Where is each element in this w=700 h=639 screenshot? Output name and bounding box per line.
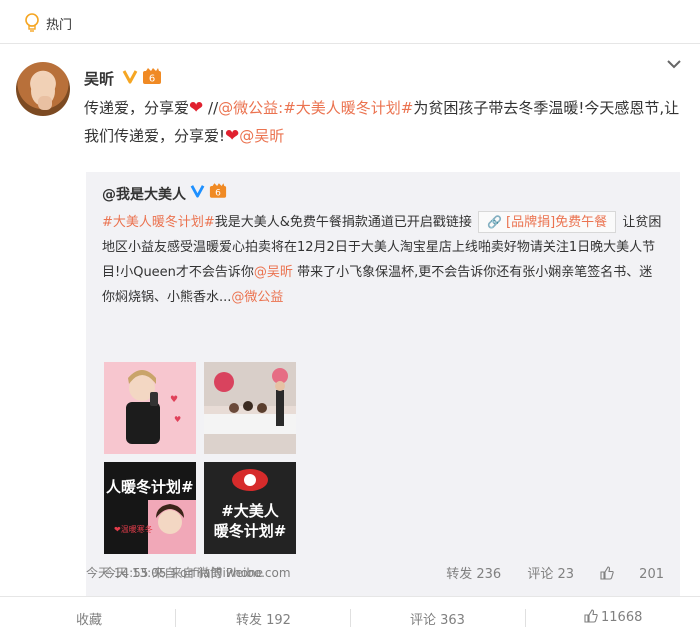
post-text: 传递爱，分享爱❤ //@微公益:#大美人暖冬计划#为贫困孩子带去冬季温暖!今天感… xyxy=(84,94,684,150)
mention-weigongyi[interactable]: @微公益 xyxy=(218,99,278,117)
repost-stats: 转发 236 评论 23 201 xyxy=(424,563,664,582)
post-text-prefix: 传递爱，分享爱 xyxy=(84,99,190,117)
thumb4-caption-1: #大美人 xyxy=(221,502,279,520)
comment-button[interactable]: 评论 363 xyxy=(410,609,465,628)
repost-box[interactable]: @我是大美人 6 #大美人暖冬计划#我是大美人&免费午餐捐款通道已开启戳链接 🔗… xyxy=(86,172,680,598)
verified-icon xyxy=(122,70,138,84)
action-bar: 收藏 转发 192 评论 363 11668 xyxy=(0,596,700,639)
repost-repost-count[interactable]: 转发 236 xyxy=(446,567,501,582)
brand-donation-link[interactable]: 🔗 [品牌捐]免费午餐 xyxy=(478,211,617,233)
svg-text:6: 6 xyxy=(215,188,221,198)
member-level-icon[interactable]: 6 xyxy=(142,67,162,85)
heart-icon: ❤ xyxy=(189,98,204,118)
repost-like-button[interactable]: 201 xyxy=(600,566,664,582)
photo-thumbnail[interactable]: ❤温暖寒冬 人暖冬计划# xyxy=(104,462,196,554)
post-username[interactable]: 吴昕 xyxy=(84,68,114,89)
topic-link[interactable]: :#大美人暖冬计划# xyxy=(278,99,413,117)
repost-mention-weigongyi[interactable]: @微公益 xyxy=(231,290,283,305)
repost-topic-link[interactable]: #大美人暖冬计划# xyxy=(102,215,215,230)
svg-text:♥: ♥ xyxy=(174,415,181,424)
like-button[interactable]: 11668 xyxy=(584,609,642,625)
post-separator: // xyxy=(208,99,219,117)
avatar[interactable] xyxy=(16,62,70,116)
repost-username[interactable]: @我是大美人 xyxy=(102,184,186,204)
svg-text:♥: ♥ xyxy=(170,395,178,405)
girl-photo: ♥ ♥ xyxy=(104,362,196,454)
repost-text: #大美人暖冬计划#我是大美人&免费午餐捐款通道已开启戳链接 🔗 [品牌捐]免费午餐… xyxy=(102,210,662,310)
divider xyxy=(350,609,351,627)
post-meta: 今天 14:55 来自 orfila的iPhone xyxy=(86,566,264,580)
mention-wuxin[interactable]: @吴昕 xyxy=(239,127,284,145)
divider xyxy=(175,609,176,627)
hot-label: 热门 xyxy=(46,18,73,33)
avatar-hand xyxy=(38,96,52,110)
svg-text:6: 6 xyxy=(149,74,155,85)
link-icon: 🔗 xyxy=(487,215,503,229)
photo-thumbnail[interactable]: ♥ ♥ xyxy=(104,362,196,454)
divider xyxy=(525,609,526,627)
lightbulb-icon xyxy=(25,13,39,32)
repost-mention-wuxin[interactable]: @吴昕 xyxy=(254,265,293,280)
repost-like-count: 201 xyxy=(639,567,664,582)
thumbs-up-icon xyxy=(584,609,598,623)
photo-thumbnail[interactable]: #大美人 暖冬计划# xyxy=(204,462,296,554)
repost-comment-count[interactable]: 评论 23 xyxy=(527,567,574,582)
collect-button[interactable]: 收藏 xyxy=(76,609,102,628)
repost-text-1: 我是大美人&免费午餐捐款通道已开启戳链接 xyxy=(214,215,472,230)
brand-donation-label: [品牌捐]免费午餐 xyxy=(506,215,608,230)
thumb4-caption-2: 暖冬计划# xyxy=(213,522,287,540)
thumb3-caption: 人暖冬计划# xyxy=(106,478,194,496)
repost-button[interactable]: 转发 192 xyxy=(236,609,291,628)
member-level-icon[interactable]: 6 xyxy=(209,182,227,199)
svg-text:❤温暖寒冬: ❤温暖寒冬 xyxy=(114,524,153,534)
weibo-card: 吴昕 6 传递爱，分享爱❤ //@微公益:#大美人暖冬计划#为贫困孩子带去冬季温… xyxy=(0,44,700,598)
event-photo xyxy=(204,362,296,454)
hot-bar: 热门 xyxy=(0,0,700,44)
heart-icon: ❤ xyxy=(225,126,240,146)
thumbs-up-icon xyxy=(600,566,614,580)
verified-icon xyxy=(190,185,205,198)
photo-thumbnail[interactable] xyxy=(204,362,296,454)
like-count: 11668 xyxy=(601,610,643,625)
chevron-down-icon[interactable] xyxy=(666,58,682,70)
